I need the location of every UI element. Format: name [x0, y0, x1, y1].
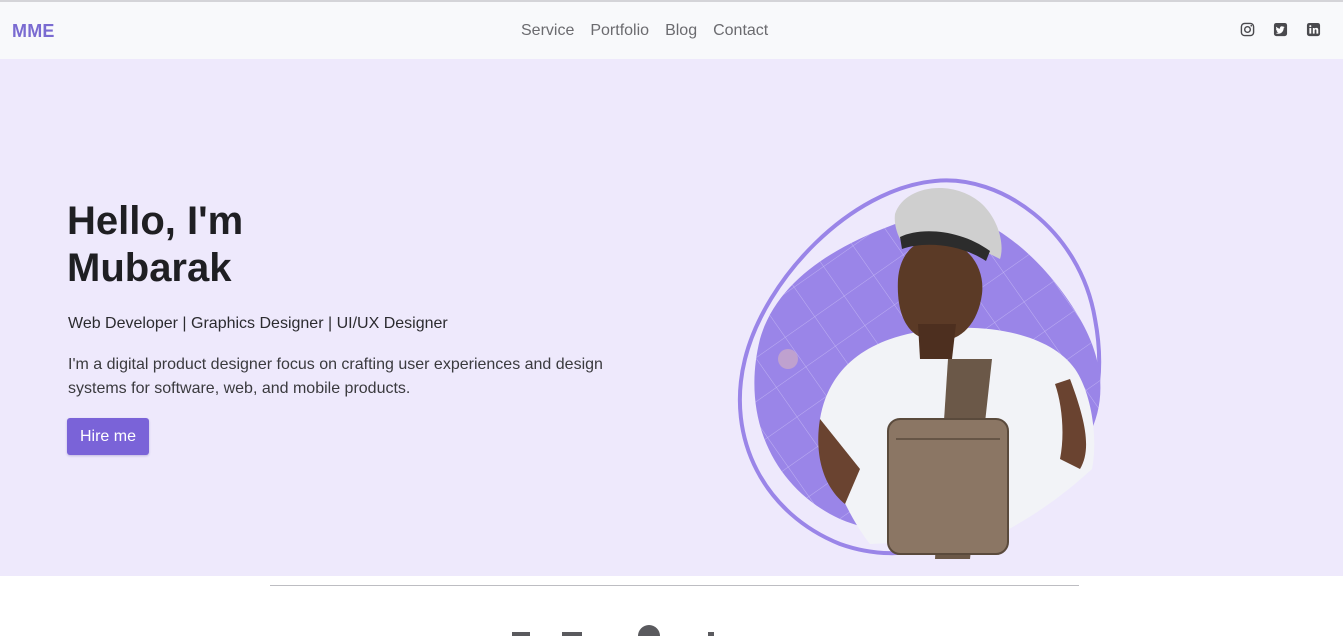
- instagram-icon[interactable]: [1240, 22, 1255, 37]
- navbar: MME Service Portfolio Blog Contact: [0, 2, 1343, 59]
- linkedin-icon[interactable]: [1306, 22, 1321, 37]
- below-fold-icons: [512, 625, 714, 636]
- nav-link-portfolio[interactable]: Portfolio: [582, 19, 657, 43]
- brand-logo[interactable]: MME: [12, 21, 55, 42]
- hero-description: I'm a digital product designer focus on …: [68, 356, 603, 397]
- section-divider: [270, 585, 1079, 586]
- nav-links: Service Portfolio Blog Contact: [513, 19, 776, 43]
- nav-link-contact[interactable]: Contact: [705, 19, 776, 43]
- hire-me-button[interactable]: Hire me: [67, 418, 149, 455]
- twitter-icon[interactable]: [1273, 22, 1288, 37]
- social-links: [1240, 22, 1321, 37]
- hero-title: Hello, I'm Mubarak: [67, 199, 244, 290]
- nav-link-service[interactable]: Service: [513, 19, 582, 43]
- hero-section: Hello, I'm Mubarak Web Developer | Graph…: [0, 59, 1343, 576]
- nav-link-blog[interactable]: Blog: [657, 19, 705, 43]
- decor-dot: [778, 349, 798, 369]
- hero-roles: Web Developer | Graphics Designer | UI/U…: [68, 315, 448, 332]
- profile-portrait: [737, 178, 1102, 559]
